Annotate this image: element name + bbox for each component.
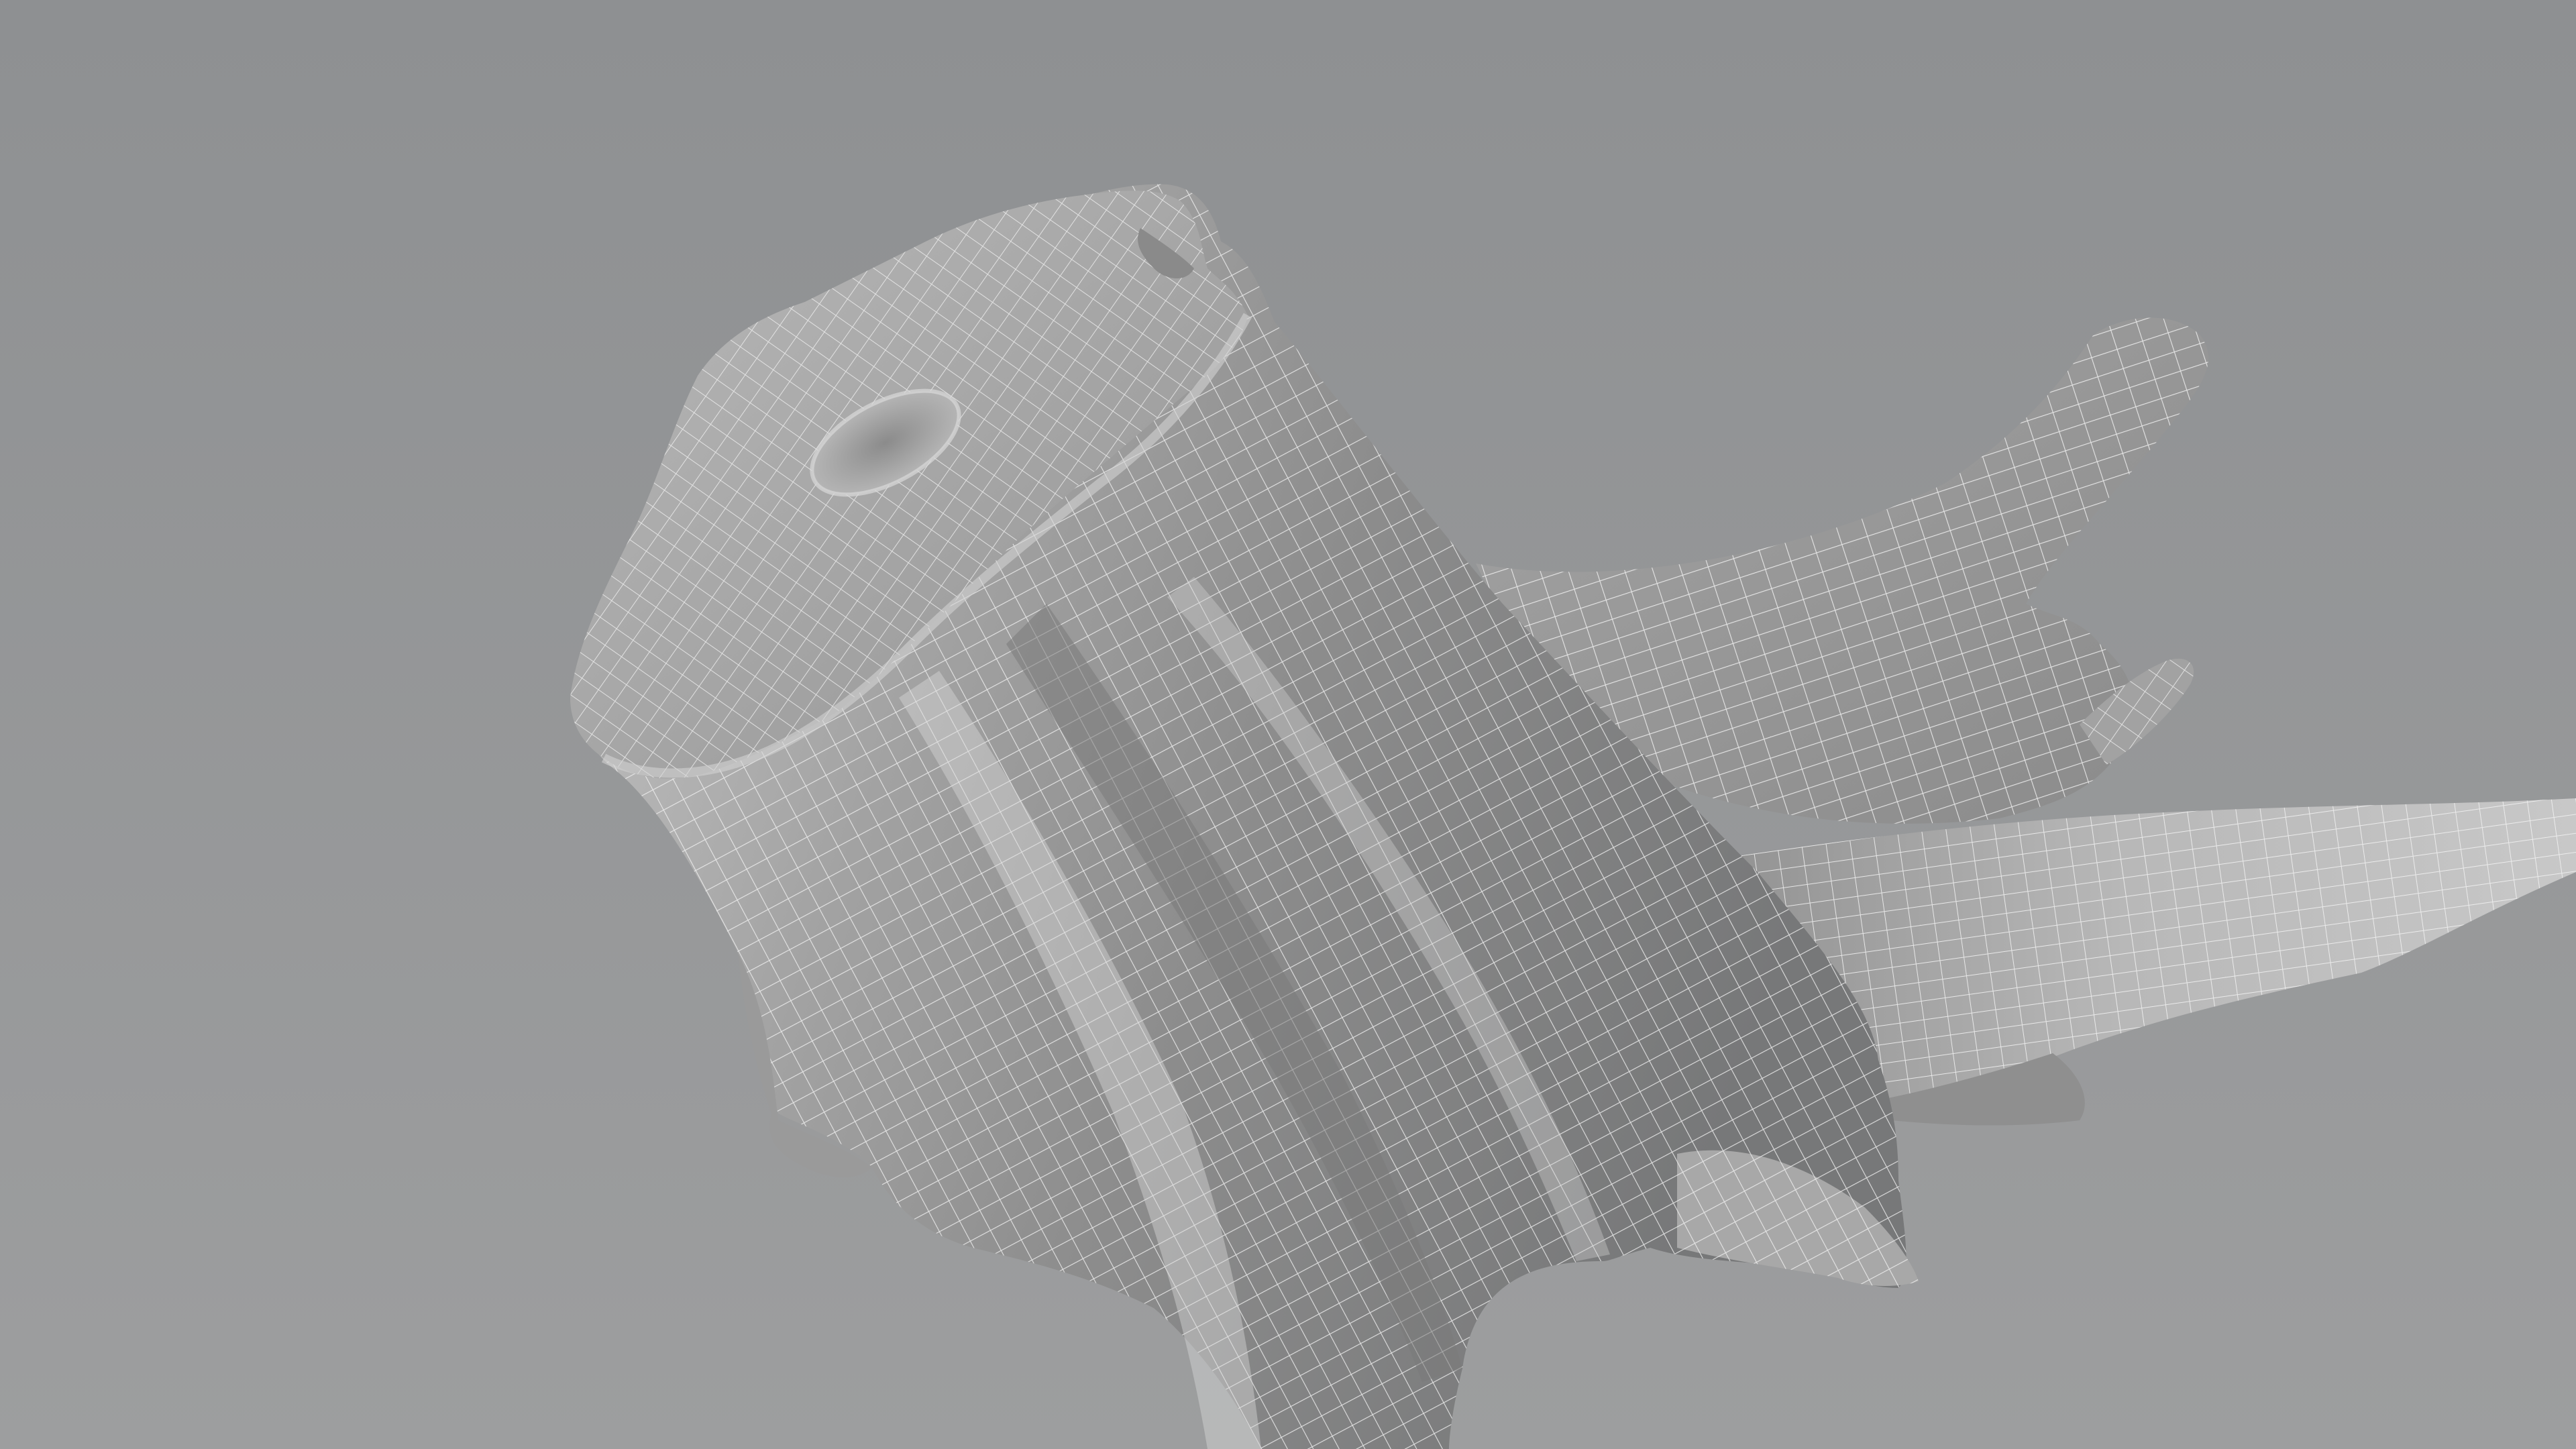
- 3d-viewport[interactable]: [0, 0, 2576, 1449]
- stump-mesh-render[interactable]: [0, 0, 2576, 1449]
